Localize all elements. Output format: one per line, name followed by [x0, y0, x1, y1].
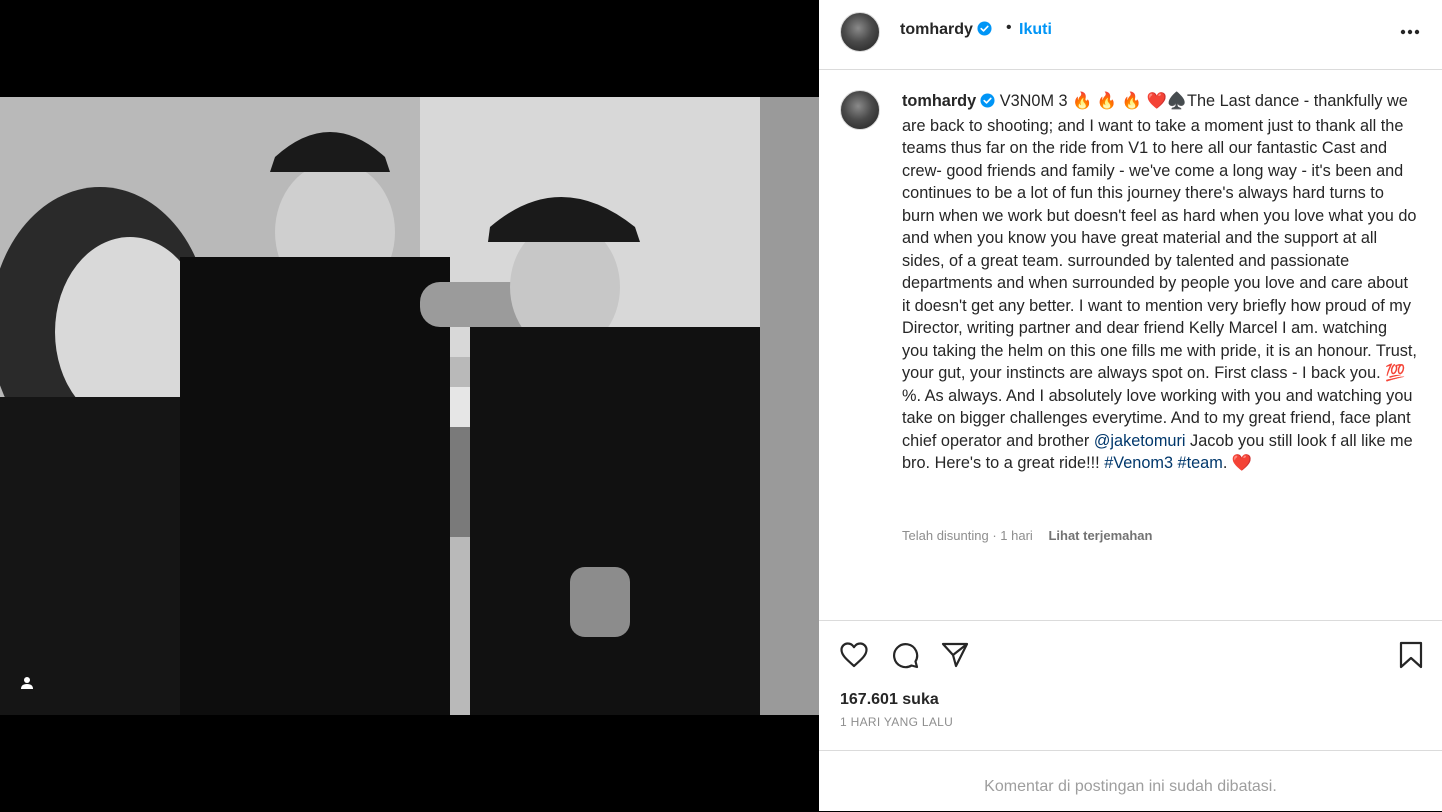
hashtag-link[interactable]: #Venom3	[1104, 454, 1173, 472]
translate-button[interactable]: Lihat terjemahan	[1048, 528, 1152, 543]
post-photo[interactable]	[0, 97, 819, 715]
more-options-icon[interactable]	[1398, 22, 1422, 42]
heart-icon[interactable]	[838, 639, 870, 671]
comments-disabled-note: Komentar di postingan ini sudah dibatasi…	[984, 778, 1277, 795]
header-username-text[interactable]: tomhardy	[900, 21, 973, 38]
header-username[interactable]: tomhardy	[900, 21, 992, 41]
post-header: tomhardy • Ikuti	[819, 0, 1442, 70]
photo-illustration	[0, 97, 819, 715]
hashtag-link[interactable]: #team	[1178, 454, 1223, 472]
edited-label: Telah disunting	[902, 528, 989, 543]
bookmark-icon[interactable]	[1395, 639, 1427, 671]
paper-plane-icon[interactable]	[939, 639, 971, 671]
follow-button[interactable]: Ikuti	[1019, 21, 1052, 39]
separator-dot: •	[1006, 19, 1012, 36]
post-date[interactable]: 1 HARI YANG LALU	[840, 715, 953, 729]
likes-count[interactable]: 167.601 suka	[840, 691, 939, 709]
user-tag-icon[interactable]	[16, 672, 38, 694]
verified-badge-icon	[977, 21, 992, 41]
post-media	[0, 0, 819, 811]
comments-footer: Komentar di postingan ini sudah dibatasi…	[819, 750, 1442, 812]
post-caption: tomhardy V3N0M 3 🔥 🔥 🔥 ❤️♠️The Last danc…	[902, 90, 1417, 475]
action-bar: 167.601 suka 1 HARI YANG LALU	[819, 620, 1442, 751]
comment-icon[interactable]	[889, 639, 921, 671]
post-side-panel: tomhardy • Ikuti tomhardy V3N0M 3 🔥 🔥 🔥 …	[819, 0, 1442, 811]
caption-meta: Telah disunting · 1 hari Lihat terjemaha…	[902, 528, 1152, 543]
avatar[interactable]	[840, 12, 880, 52]
caption-end: . ❤️	[1222, 454, 1253, 472]
caption-text: V3N0M 3 🔥 🔥 🔥 ❤️♠️The Last dance - thank…	[902, 92, 1417, 450]
edited-time[interactable]: 1 hari	[1000, 528, 1033, 543]
caption-username[interactable]: tomhardy	[902, 92, 995, 110]
caption-username-text[interactable]: tomhardy	[902, 92, 976, 110]
mention-link[interactable]: @jaketomuri	[1094, 432, 1186, 450]
caption-avatar[interactable]	[840, 90, 880, 130]
verified-badge-icon	[980, 92, 995, 115]
meta-separator: ·	[988, 528, 1001, 543]
